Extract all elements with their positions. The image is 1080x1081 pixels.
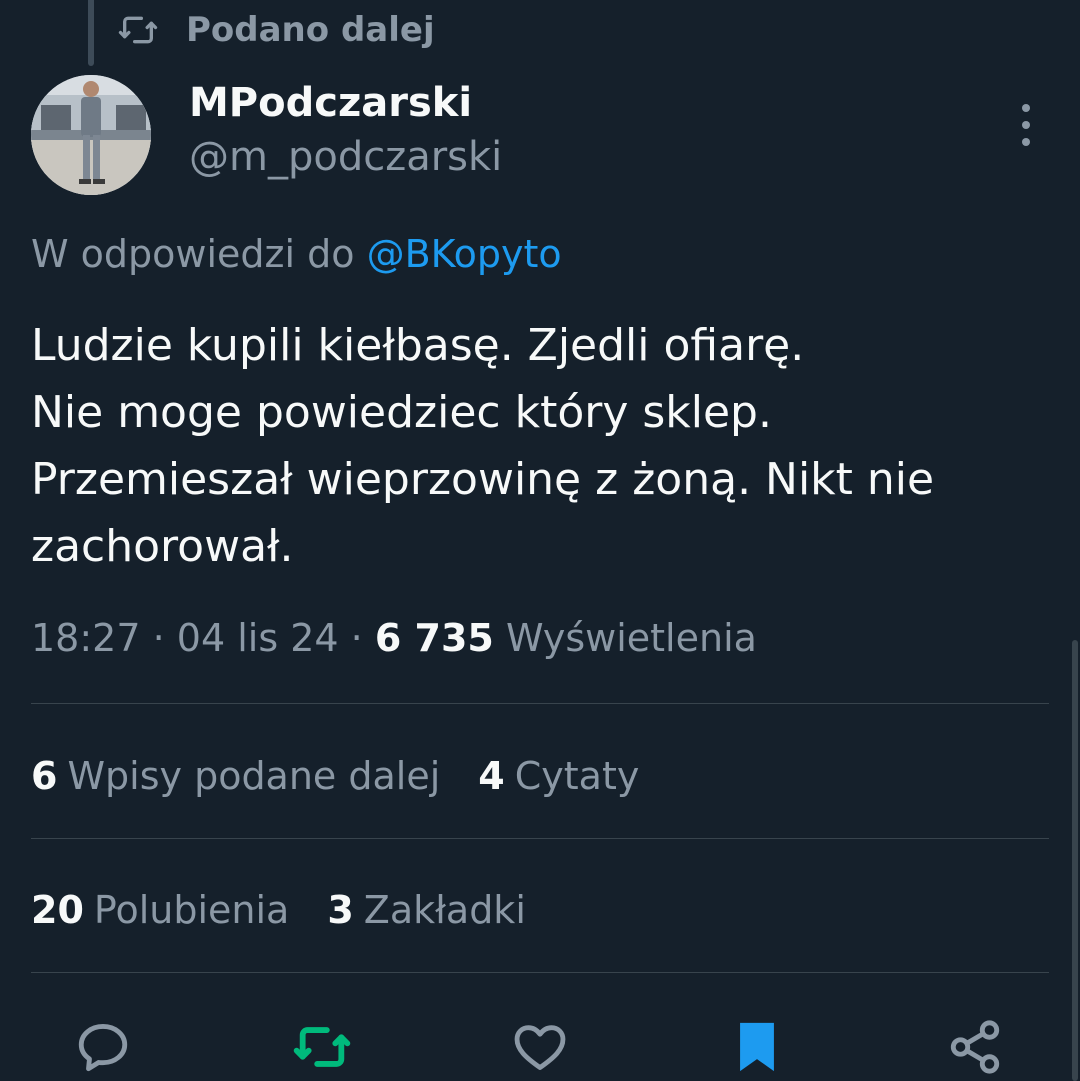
reply-to-line: W odpowiedzi do @BKopyto [31,232,562,276]
thread-connector-line [88,0,94,66]
retweet-icon [118,10,158,50]
tweet-text-line: Przemieszał wieprzowinę z żoną. Nikt nie [31,454,935,505]
likes-stat[interactable]: 20 Polubienia [31,888,289,932]
heart-icon [511,1018,569,1076]
quotes-count: 4 [478,754,505,798]
tweet-action-bar [0,1010,1080,1081]
share-icon [946,1018,1004,1076]
divider [31,703,1049,704]
divider [31,972,1049,973]
bookmark-button[interactable] [722,1018,792,1081]
retweet-context-label: Podano dalej [186,10,435,50]
tweet-meta: 18:27 · 04 lis 24 · 6 735 Wyświetlenia [31,616,757,660]
retweet-context[interactable]: Podano dalej [118,6,435,54]
tweet-text-line: Ludzie kupili kiełbasę. Zjedli ofiarę. [31,320,805,371]
tweet-text-line: Nie moge powiedziec który sklep. [31,387,772,438]
reply-button[interactable] [68,1018,138,1081]
more-options-button[interactable] [1006,100,1046,150]
author-handle[interactable]: @m_podczarski [189,134,502,180]
reply-icon [74,1018,132,1076]
likes-label: Polubienia [93,888,290,932]
divider [31,838,1049,839]
likes-count: 20 [31,888,84,932]
bookmarks-stat[interactable]: 3 Zakładki [327,888,526,932]
tweet-text: Ludzie kupili kiełbasę. Zjedli ofiarę. N… [31,312,1056,580]
bookmarks-label: Zakładki [363,888,526,932]
reply-to-mention-link[interactable]: @BKopyto [367,232,562,276]
views-label[interactable]: Wyświetlenia [506,616,757,660]
bookmark-icon [728,1018,786,1076]
retweet-icon [293,1018,351,1076]
meta-separator: · [350,616,363,660]
avatar[interactable] [31,75,151,195]
retweets-stat[interactable]: 6 Wpisy podane dalej [31,754,440,798]
stats-row-likes: 20 Polubienia 3 Zakładki [31,880,526,940]
views-count[interactable]: 6 735 [375,616,494,660]
tweet-detail-page: Podano dalej MPodczarski @m_podczarski W… [0,0,1080,1081]
retweets-count: 6 [31,754,58,798]
stats-row-reposts: 6 Wpisy podane dalej 4 Cytaty [31,746,639,806]
bookmarks-count: 3 [327,888,354,932]
tweet-time[interactable]: 18:27 [31,616,141,660]
quotes-label: Cytaty [514,754,640,798]
tweet-date[interactable]: 04 lis 24 [177,616,339,660]
scrollbar[interactable] [1072,640,1078,1081]
share-button[interactable] [940,1018,1010,1081]
like-button[interactable] [505,1018,575,1081]
retweets-label: Wpisy podane dalej [67,754,441,798]
meta-separator: · [152,616,165,660]
more-vertical-icon [1020,103,1032,147]
retweet-button[interactable] [287,1018,357,1081]
author-display-name[interactable]: MPodczarski [189,80,472,126]
reply-to-prefix: W odpowiedzi do [31,232,355,276]
tweet-text-line: zachorował. [31,521,294,572]
quotes-stat[interactable]: 4 Cytaty [478,754,639,798]
